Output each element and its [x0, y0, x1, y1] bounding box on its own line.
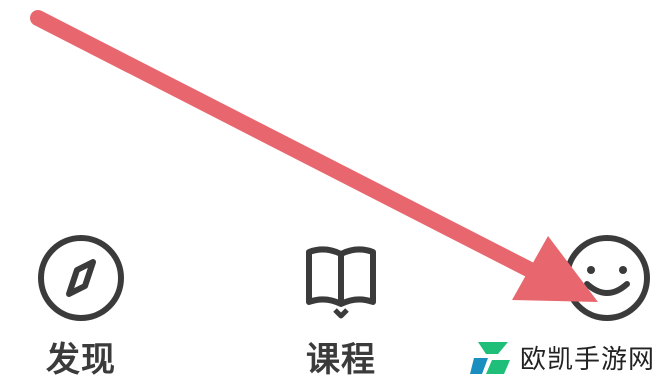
book-icon: [306, 246, 376, 319]
compass-icon: [38, 235, 124, 321]
tab-discover[interactable]: 发现: [6, 220, 156, 385]
partially-hidden-text-row: [0, 176, 658, 210]
tab-course[interactable]: 课程: [266, 220, 416, 385]
watermark: 欧凯手游网: [468, 330, 658, 385]
watermark-logo-icon: [470, 341, 510, 374]
smiley-face-icon: [564, 235, 650, 321]
tab-course-label: 课程: [306, 340, 376, 380]
tab-discover-label: 发现: [46, 340, 116, 380]
watermark-text: 欧凯手游网: [520, 345, 656, 375]
